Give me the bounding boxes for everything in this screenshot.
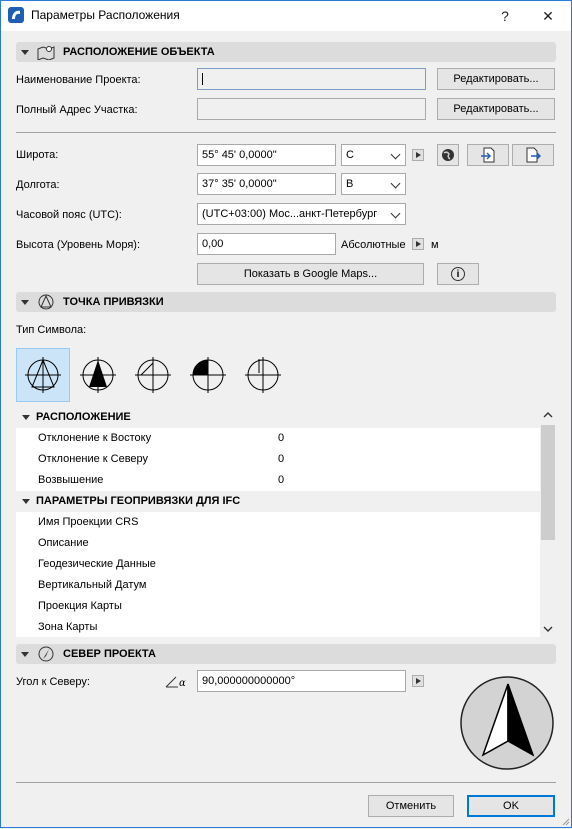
longitude-direction-select[interactable]: В (341, 173, 406, 195)
symbol-option-2[interactable] (71, 348, 125, 402)
north-angle-field[interactable]: 90,000000000000° (197, 670, 406, 692)
altitude-reference-arrow-button[interactable] (412, 238, 424, 250)
cancel-button[interactable]: Отменить (368, 795, 454, 817)
section-title: РАСПОЛОЖЕНИЕ ОБЪЕКТА (63, 46, 215, 58)
symbol-type-label: Тип Символа: (16, 324, 87, 336)
north-arrow-preview[interactable] (459, 675, 555, 771)
section-title: СЕВЕР ПРОЕКТА (63, 648, 156, 660)
edit-project-name-button[interactable]: Редактировать... (437, 68, 555, 90)
help-button[interactable]: ? (485, 1, 525, 31)
address-field[interactable] (197, 98, 426, 120)
survey-point-icon (37, 294, 55, 310)
timezone-label: Часовой пояс (UTC): (16, 209, 122, 221)
survey-symbol-filled-triangle-icon (80, 357, 116, 393)
altitude-unit: м (431, 239, 439, 251)
symbol-option-5[interactable] (236, 348, 290, 402)
tree-row[interactable]: Зона Карты (16, 617, 540, 638)
tree-row[interactable]: Отклонение к Северу 0 (16, 449, 540, 470)
tree-group-location[interactable]: РАСПОЛОЖЕНИЕ (16, 407, 540, 428)
import-button[interactable] (467, 144, 509, 166)
close-button[interactable]: ✕ (528, 1, 568, 31)
chevron-down-icon (390, 178, 401, 189)
window-title: Параметры Расположения (31, 8, 180, 22)
survey-symbol-quadrant-icon (190, 357, 226, 393)
divider (16, 132, 556, 133)
angle-icon: α (164, 673, 190, 689)
chevron-down-icon (390, 208, 401, 219)
address-label: Полный Адрес Участка: (16, 104, 138, 116)
chevron-up-icon[interactable] (543, 411, 553, 419)
project-name-field[interactable] (197, 68, 426, 90)
tree-row[interactable]: Возвышение 0 (16, 470, 540, 491)
survey-point-section-header[interactable]: ТОЧКА ПРИВЯЗКИ (16, 292, 556, 312)
altitude-label: Высота (Уровень Моря): (16, 239, 140, 251)
info-button[interactable]: i (437, 263, 479, 285)
tree-row[interactable]: Вертикальный Датум (16, 575, 540, 596)
tree-row[interactable]: Имя Проекции CRS (16, 512, 540, 533)
map-pin-icon (37, 44, 55, 61)
longitude-label: Долгота: (16, 179, 60, 191)
import-icon (481, 147, 495, 163)
project-north-section-header[interactable]: СЕВЕР ПРОЕКТА (16, 644, 556, 664)
resize-grip-icon[interactable] (560, 816, 570, 826)
altitude-reference: Абсолютные (341, 239, 406, 251)
globe-icon (442, 149, 454, 161)
survey-symbol-circle-cross-icon (245, 357, 281, 393)
symbol-option-1[interactable] (16, 348, 70, 402)
project-name-label: Наименование Проекта: (16, 74, 141, 86)
svg-text:α: α (179, 678, 186, 689)
north-arrow-icon (37, 646, 55, 662)
location-section-header[interactable]: РАСПОЛОЖЕНИЕ ОБЪЕКТА (16, 42, 556, 62)
symbol-option-3[interactable] (126, 348, 180, 402)
timezone-select[interactable]: (UTC+03:00) Мос...анкт-Петербург (197, 203, 406, 225)
chevron-down-icon (390, 149, 401, 160)
north-angle-arrow-button[interactable] (412, 675, 424, 687)
tree-row[interactable]: Проекция Карты (16, 596, 540, 617)
tree-row[interactable]: Отклонение к Востоку 0 (16, 428, 540, 449)
latitude-arrow-button[interactable] (412, 149, 424, 161)
scrollbar-thumb[interactable] (541, 425, 555, 540)
edit-address-button[interactable]: Редактировать... (437, 98, 555, 120)
survey-symbol-crosshair-icon (135, 357, 171, 393)
latitude-label: Широта: (16, 149, 59, 161)
altitude-field[interactable]: 0,00 (197, 233, 336, 255)
compass-icon (460, 676, 554, 770)
chevron-down-icon[interactable] (543, 625, 553, 633)
symbol-option-4[interactable] (181, 348, 235, 402)
collapse-icon (22, 499, 30, 504)
collapse-icon (22, 415, 30, 420)
export-button[interactable] (512, 144, 554, 166)
show-google-maps-button[interactable]: Показать в Google Maps... (197, 263, 424, 285)
ok-button[interactable]: OK (467, 795, 555, 817)
section-title: ТОЧКА ПРИВЯЗКИ (63, 296, 164, 308)
latitude-field[interactable]: 55° 45' 0,0000" (197, 144, 336, 166)
collapse-icon (21, 651, 29, 657)
north-angle-label: Угол к Северу: (16, 676, 90, 688)
globe-button[interactable] (437, 144, 459, 166)
tree-scrollbar[interactable] (540, 407, 556, 637)
export-icon (526, 147, 541, 163)
divider (16, 782, 556, 783)
survey-symbol-triangle-icon (25, 357, 61, 393)
latitude-direction-select[interactable]: С (341, 144, 406, 166)
text-cursor (202, 73, 203, 86)
collapse-icon (21, 299, 29, 305)
collapse-icon (21, 49, 29, 55)
properties-tree: РАСПОЛОЖЕНИЕ Отклонение к Востоку 0 Откл… (16, 407, 556, 637)
tree-row[interactable]: Описание (16, 533, 540, 554)
tree-row[interactable]: Геодезические Данные (16, 554, 540, 575)
tree-group-ifc-georef[interactable]: ПАРАМЕТРЫ ГЕОПРИВЯЗКИ ДЛЯ IFC (16, 491, 540, 512)
longitude-field[interactable]: 37° 35' 0,0000" (197, 173, 336, 195)
app-icon (8, 7, 24, 23)
info-icon: i (451, 267, 465, 281)
